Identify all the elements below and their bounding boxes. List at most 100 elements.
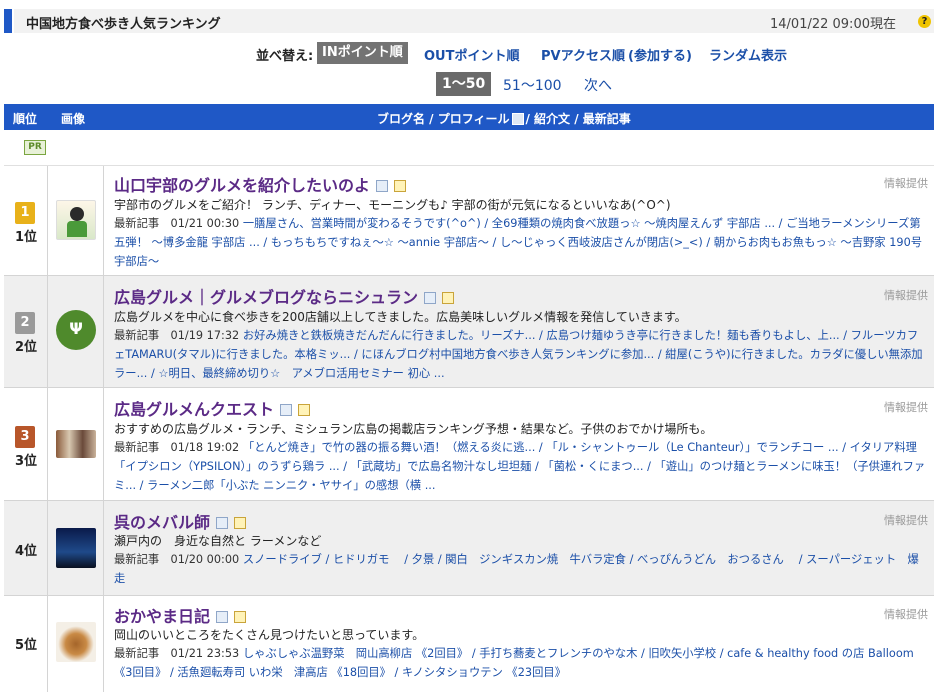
ranking-row-2: 2 2位 Ψ 広島グルメ｜グルメブログならニシュラン 情報提供 広島グルメを中心… — [4, 276, 934, 388]
sort-random[interactable]: ランダム表示 — [709, 45, 787, 64]
latest-date: 01/21 00:30 — [170, 217, 240, 230]
blog-title[interactable]: 広島グルメんクエスト — [114, 396, 311, 420]
blog-thumbnail[interactable]: Ψ — [56, 310, 96, 350]
gold-crown-icon: 1 — [15, 202, 35, 224]
ranking-row-1: 1 1位 山口宇部のグルメを紹介したいのよ 情報提供 宇部市のグルメをご紹介！ … — [4, 166, 934, 276]
profile-icon[interactable] — [216, 517, 229, 529]
page-next[interactable]: 次へ — [584, 75, 612, 95]
col-main-post: / 紹介文 / 最新記事 — [525, 112, 631, 126]
content-cell: 広島グルメ｜グルメブログならニシュラン 情報提供 広島グルメを中心に食べ歩きを2… — [104, 276, 934, 387]
image-cell — [48, 596, 104, 692]
latest-date: 01/19 17:32 — [170, 329, 240, 342]
blog-description: 岡山のいいところをたくさん見つけたいと思っています。 — [114, 628, 425, 642]
help-icon[interactable]: ? — [918, 15, 931, 28]
content-cell: 広島グルメんクエスト 情報提供 おすすめの広島グルメ・ランチ、ミシュラン広島の掲… — [104, 388, 934, 500]
rank-cell: 1 1位 — [4, 166, 48, 275]
latest-articles: 最新記事 01/20 00:00 スノードライブ / ヒドリガモ / 夕景 / … — [114, 550, 929, 588]
latest-articles: 最新記事 01/18 19:02 「とんど焼き」で竹の器の振る舞い酒！（燃える炎… — [114, 438, 929, 495]
content-cell: おかやま日記 情報提供 岡山のいいところをたくさん見つけたいと思っています。 最… — [104, 596, 934, 692]
rank-cell: 5位 — [4, 596, 48, 692]
favorite-star-icon[interactable] — [442, 292, 455, 304]
silver-crown-icon: 2 — [15, 312, 35, 334]
info-provided[interactable]: 情報提供 — [884, 606, 928, 622]
blog-description: 広島グルメを中心に食べ歩きを200店舗以上してきました。広島美味しいグルメ情報を… — [114, 310, 687, 324]
latest-articles: 最新記事 01/21 00:30 一膳屋さん、営業時間が変わるそうです(^o^)… — [114, 214, 929, 271]
latest-label: 最新記事 — [114, 647, 160, 660]
rank-cell: 2 2位 — [4, 276, 48, 387]
image-cell — [48, 388, 104, 500]
blog-thumbnail[interactable] — [56, 200, 96, 240]
rank-label: 3位 — [14, 454, 38, 469]
info-provided[interactable]: 情報提供 — [884, 399, 928, 415]
favorite-star-icon[interactable] — [234, 517, 247, 529]
character-body — [67, 221, 87, 237]
latest-date: 01/18 19:02 — [170, 441, 240, 454]
latest-label: 最新記事 — [114, 329, 160, 342]
rank-label: 1位 — [14, 230, 38, 245]
blog-title-text[interactable]: 呉のメバル師 — [114, 513, 210, 532]
ranking-row-4: 4位 呉のメバル師 情報提供 瀬戸内の 身近な自然と ラーメンなど 最新記事 0… — [4, 501, 934, 596]
profile-icon — [511, 113, 524, 125]
content-cell: 山口宇部のグルメを紹介したいのよ 情報提供 宇部市のグルメをご紹介！ ランチ、デ… — [104, 166, 934, 275]
blog-title-text[interactable]: 山口宇部のグルメを紹介したいのよ — [114, 176, 370, 195]
blog-title[interactable]: 呉のメバル師 — [114, 509, 247, 533]
col-image: 画像 — [61, 112, 86, 126]
info-provided[interactable]: 情報提供 — [884, 512, 928, 528]
blog-thumbnail[interactable] — [56, 622, 96, 662]
update-datetime: 14/01/22 09:00現在 — [770, 17, 896, 32]
sort-bar: 並べ替え: INポイント順 OUTポイント順 PVアクセス順 (参加する) ラン… — [0, 42, 938, 64]
col-main-pre: ブログ名 / プロフィール — [377, 112, 510, 126]
pr-badge[interactable]: PR — [24, 140, 46, 155]
blog-thumbnail[interactable] — [56, 528, 96, 568]
sort-label: 並べ替え: — [256, 49, 314, 64]
join-link[interactable]: (参加する) — [628, 45, 692, 64]
col-rank: 順位 — [13, 112, 38, 126]
latest-articles: 最新記事 01/21 23:53 しゃぶしゃぶ温野菜 岡山高柳店 《2回目》 /… — [114, 644, 929, 682]
rank-label: 4位 — [14, 544, 38, 559]
favorite-star-icon[interactable] — [394, 180, 407, 192]
blog-thumbnail[interactable] — [56, 430, 96, 458]
latest-date: 01/21 23:53 — [170, 647, 240, 660]
pagination: 1〜50 51〜100 次へ — [0, 72, 938, 96]
rank-cell: 4位 — [4, 501, 48, 595]
favorite-star-icon[interactable] — [298, 404, 311, 416]
rank-label: 2位 — [14, 340, 38, 355]
fork-knife-icon: Ψ — [69, 319, 83, 338]
character-head — [70, 207, 84, 221]
latest-label: 最新記事 — [114, 441, 160, 454]
image-cell — [48, 501, 104, 595]
profile-icon[interactable] — [376, 180, 389, 192]
bronze-crown-icon: 3 — [15, 426, 35, 448]
blog-title-text[interactable]: 広島グルメ｜グルメブログならニシュラン — [114, 288, 418, 307]
profile-icon[interactable] — [424, 292, 437, 304]
favorite-star-icon[interactable] — [234, 611, 247, 623]
page-title: 中国地方食べ歩き人気ランキング — [26, 17, 221, 32]
profile-icon[interactable] — [216, 611, 229, 623]
latest-date: 01/20 00:00 — [170, 553, 240, 566]
blog-description: おすすめの広島グルメ・ランチ、ミシュラン広島の掲載店ランキング予想・結果など。子… — [114, 422, 713, 436]
latest-label: 最新記事 — [114, 217, 160, 230]
col-main: ブログ名 / プロフィール / 紹介文 / 最新記事 — [377, 110, 631, 127]
profile-icon[interactable] — [280, 404, 293, 416]
info-provided[interactable]: 情報提供 — [884, 287, 928, 303]
sort-pv-access[interactable]: PVアクセス順 — [541, 45, 625, 64]
page-51-100[interactable]: 51〜100 — [503, 75, 562, 95]
ranking-row-5: 5位 おかやま日記 情報提供 岡山のいいところをたくさん見つけたいと思っています… — [4, 596, 934, 692]
blog-description: 宇部市のグルメをご紹介！ ランチ、ディナー、モーニングも♪ 宇部の街が元気になる… — [114, 198, 671, 212]
latest-articles: 最新記事 01/19 17:32 お好み焼きと鉄板焼きだんだんに行きました。リー… — [114, 326, 929, 383]
title-accent-bar — [4, 9, 12, 33]
sort-in-points[interactable]: INポイント順 — [317, 42, 408, 64]
blog-title[interactable]: おかやま日記 — [114, 603, 247, 627]
info-provided[interactable]: 情報提供 — [884, 175, 928, 191]
ranking-table-header: 順位 画像 ブログ名 / プロフィール / 紹介文 / 最新記事 — [4, 104, 934, 130]
sort-out-points[interactable]: OUTポイント順 — [424, 45, 519, 64]
content-cell: 呉のメバル師 情報提供 瀬戸内の 身近な自然と ラーメンなど 最新記事 01/2… — [104, 501, 934, 595]
blog-title[interactable]: 山口宇部のグルメを紹介したいのよ — [114, 172, 407, 196]
image-cell: Ψ — [48, 276, 104, 387]
blog-title-text[interactable]: 広島グルメんクエスト — [114, 400, 274, 419]
blog-title-text[interactable]: おかやま日記 — [114, 607, 210, 626]
blog-title[interactable]: 広島グルメ｜グルメブログならニシュラン — [114, 284, 455, 308]
page-current: 1〜50 — [436, 72, 492, 96]
image-cell — [48, 166, 104, 275]
title-bar: 中国地方食べ歩き人気ランキング 14/01/22 09:00現在 ? — [0, 0, 938, 36]
